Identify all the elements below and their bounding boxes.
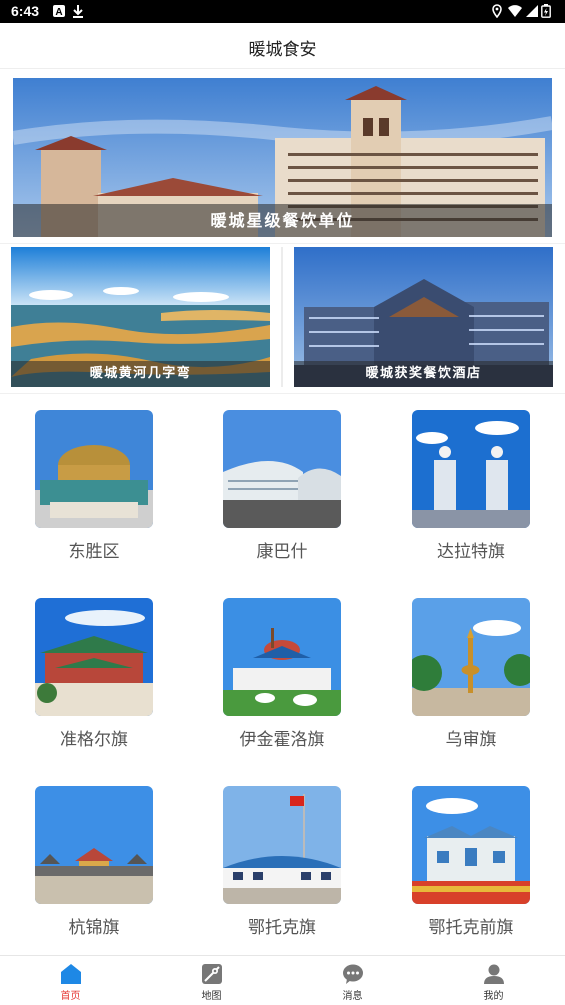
district-label: 达拉特旗	[437, 542, 505, 562]
svg-text:A: A	[55, 7, 62, 18]
tab-messages-label: 消息	[342, 991, 363, 1002]
tab-profile-label: 我的	[483, 991, 504, 1002]
district-label: 东胜区	[68, 542, 120, 562]
battery-icon	[541, 4, 551, 18]
page-title: 暖城食安	[248, 40, 317, 60]
district-etuokeqian[interactable]: 鄂托克前旗	[391, 786, 551, 938]
tab-home-label: 首页	[60, 991, 81, 1002]
district-label: 鄂托克前旗	[428, 918, 514, 938]
status-time: 6:43	[11, 3, 40, 19]
district-thumbnail	[223, 410, 341, 528]
tab-profile[interactable]: 我的	[423, 956, 564, 1005]
notification-a-icon: A	[53, 5, 65, 18]
bottom-tab-bar: 首页 地图 消息 我的	[0, 955, 565, 1004]
tab-home[interactable]: 首页	[0, 956, 141, 1005]
district-dongsheng[interactable]: 东胜区	[14, 410, 174, 562]
district-label: 康巴什	[256, 542, 308, 562]
district-thumbnail	[35, 786, 153, 904]
district-thumbnail	[35, 598, 153, 716]
wifi-icon	[508, 5, 522, 17]
app-header: 暖城食安	[0, 23, 565, 69]
district-label: 杭锦旗	[68, 918, 120, 938]
district-zhungeer[interactable]: 准格尔旗	[14, 598, 174, 750]
tab-messages[interactable]: 消息	[282, 956, 423, 1005]
message-icon	[343, 964, 363, 984]
status-bar: 6:43 A	[0, 0, 565, 23]
banner-divider	[281, 247, 283, 387]
district-thumbnail	[223, 786, 341, 904]
district-dalate[interactable]: 达拉特旗	[391, 410, 551, 562]
tab-map[interactable]: 地图	[141, 956, 282, 1005]
district-label: 乌审旗	[445, 730, 497, 750]
map-icon	[202, 964, 222, 984]
hero-banner-caption: 暖城星级餐饮单位	[13, 204, 552, 237]
district-label: 准格尔旗	[60, 730, 128, 750]
sub-banner-caption: 暖城获奖餐饮酒店	[294, 361, 553, 387]
sub-banner-yellow-river[interactable]: 暖城黄河几字弯	[11, 247, 270, 387]
home-icon	[61, 964, 81, 984]
district-thumbnail	[35, 410, 153, 528]
district-thumbnail	[223, 598, 341, 716]
tab-map-label: 地图	[201, 991, 222, 1002]
hero-banner[interactable]: 暖城星级餐饮单位	[13, 78, 552, 237]
district-label: 鄂托克旗	[248, 918, 316, 938]
district-thumbnail	[412, 598, 530, 716]
district-wushen[interactable]: 乌审旗	[391, 598, 551, 750]
sub-banner-caption: 暖城黄河几字弯	[11, 361, 270, 387]
district-etuoke[interactable]: 鄂托克旗	[202, 786, 362, 938]
district-thumbnail	[412, 410, 530, 528]
section-divider	[0, 393, 565, 394]
district-hangjin[interactable]: 杭锦旗	[14, 786, 174, 938]
district-label: 伊金霍洛旗	[239, 730, 325, 750]
download-icon	[73, 5, 83, 18]
location-icon	[492, 4, 502, 18]
district-kangbashi[interactable]: 康巴什	[202, 410, 362, 562]
sub-banner-award-hotel[interactable]: 暖城获奖餐饮酒店	[294, 247, 553, 387]
section-divider	[0, 243, 565, 244]
district-yijinhuoluo[interactable]: 伊金霍洛旗	[202, 598, 362, 750]
signal-icon	[526, 5, 538, 17]
profile-icon	[484, 964, 504, 984]
district-thumbnail	[412, 786, 530, 904]
